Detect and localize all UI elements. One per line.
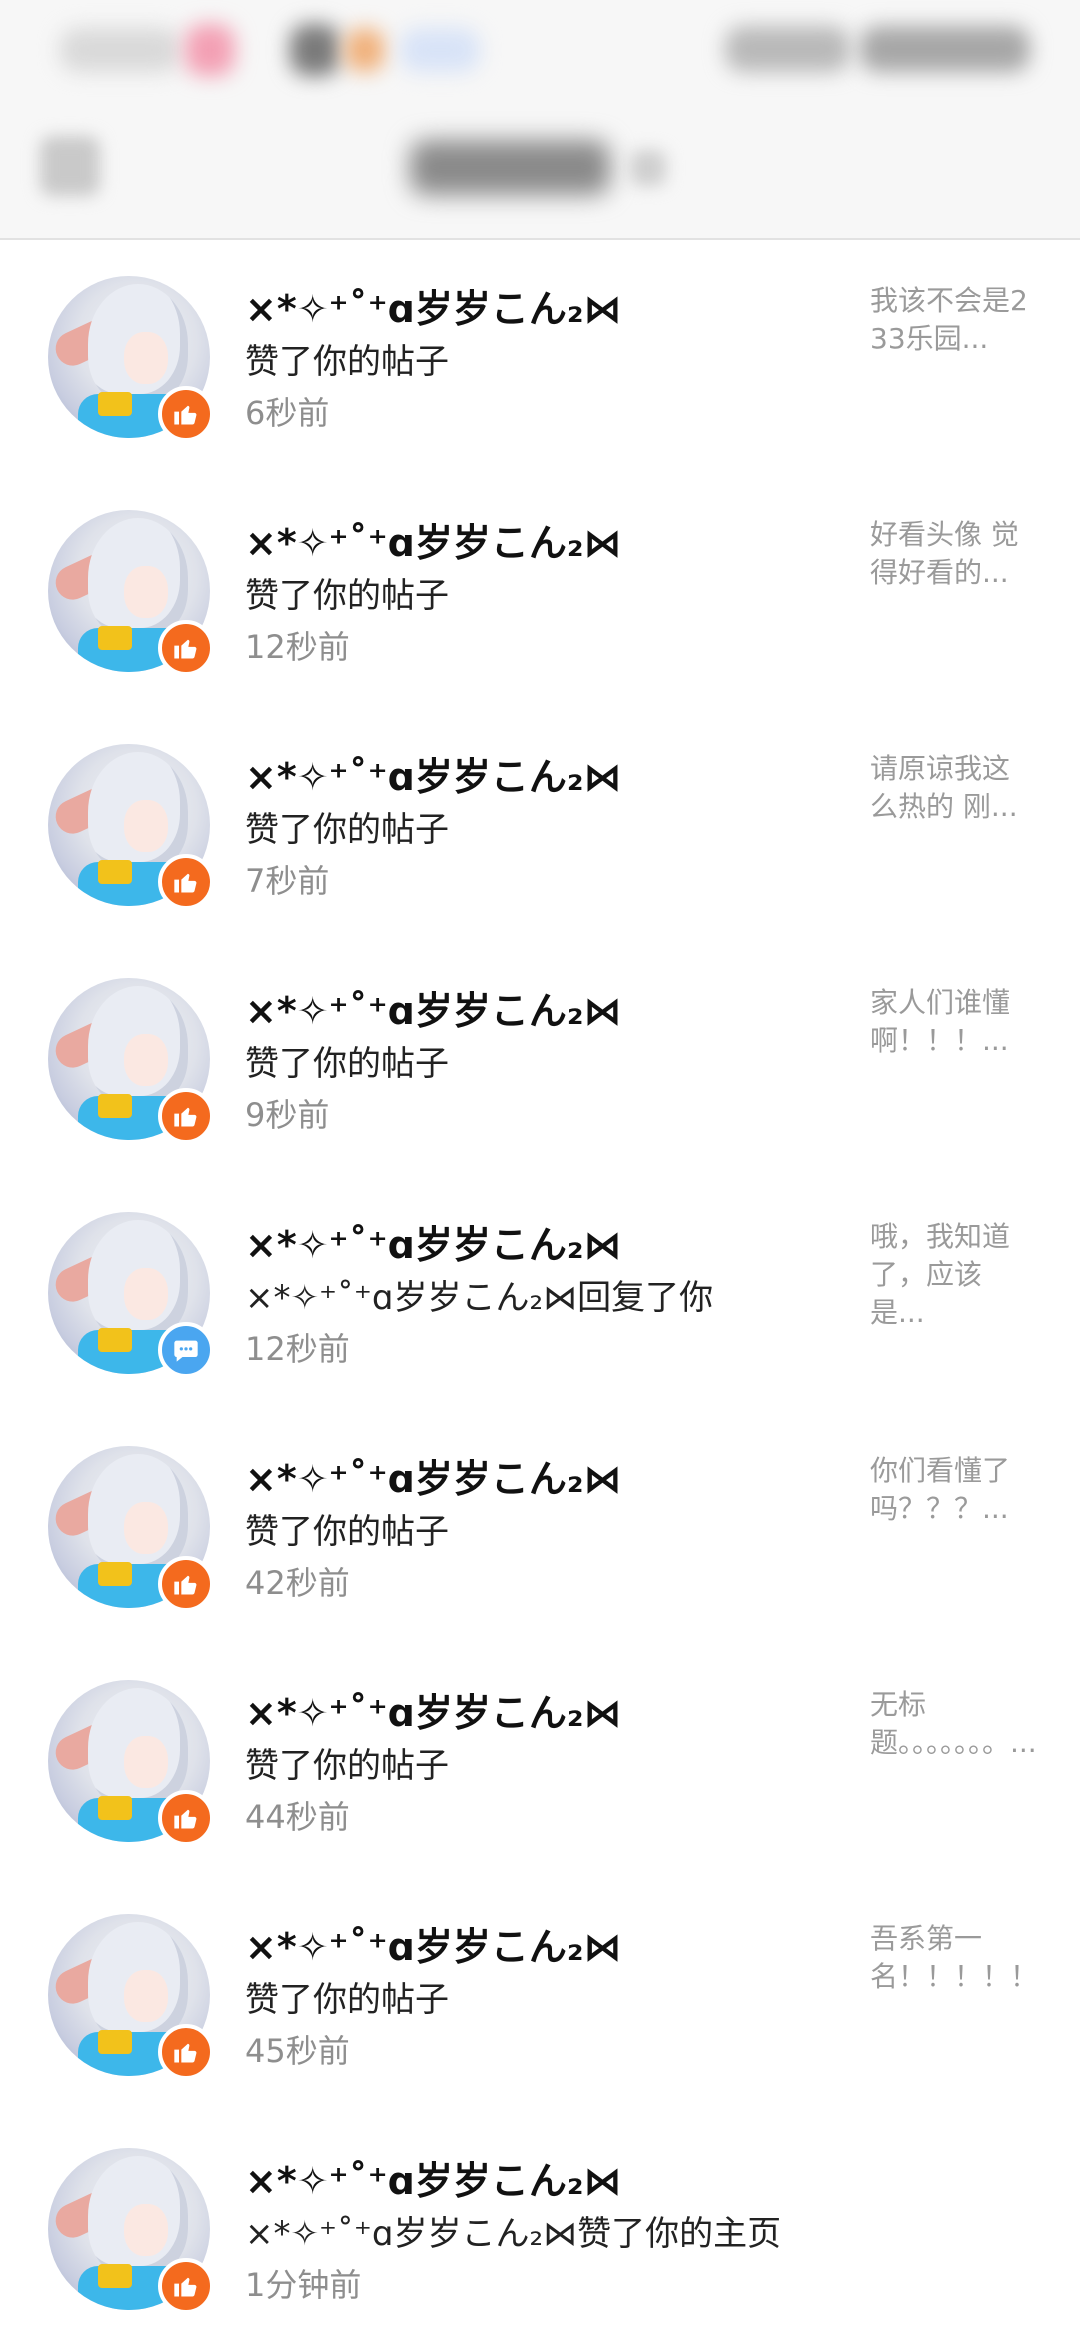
notification-time: 1分钟前 [245,2266,362,2304]
like-icon [158,386,214,442]
notification-time: 12秒前 [245,628,350,666]
notification-action: ×*✧⁺˚⁺ɑ岁岁こん₂⋈回复了你 [245,1278,714,1318]
header-bar [0,100,1080,240]
notification-time: 6秒前 [245,394,330,432]
chat-bubble-glyph [174,1340,198,1362]
notification-action: 赞了你的帖子 [245,1512,449,1552]
avatar-logo [98,1562,132,1586]
status-bar-notification-icons-blur [185,24,235,76]
user-name[interactable]: ×*✧⁺˚⁺ɑ岁岁こん₂⋈ [245,2150,622,2205]
avatar-logo [98,392,132,416]
user-name[interactable]: ×*✧⁺˚⁺ɑ岁岁こん₂⋈ [245,1448,622,1503]
post-preview[interactable]: 请原谅我这么热的 刚... [870,750,1035,826]
avatar-face [124,800,168,852]
thumbs-up-glyph [174,1107,197,1127]
avatar-face [124,1502,168,1554]
notification-action: ×*✧⁺˚⁺ɑ岁岁こん₂⋈赞了你的主页 [245,2214,782,2254]
user-name[interactable]: ×*✧⁺˚⁺ɑ岁岁こん₂⋈ [245,1682,622,1737]
avatar-face [124,2204,168,2256]
status-bar-notification-icons-blur-2 [290,24,340,76]
list-item[interactable]: ×*✧⁺˚⁺ɑ岁岁こん₂⋈ 赞了你的帖子 9秒前 家人们谁懂啊！！！... [0,942,1080,1176]
avatar-logo [98,1796,132,1820]
notification-action: 赞了你的帖子 [245,1746,449,1786]
thumbs-up-glyph [174,639,197,659]
like-icon [158,2024,214,2080]
thumbs-up-glyph [174,873,197,893]
notification-action: 赞了你的帖子 [245,342,449,382]
post-preview[interactable]: 我该不会是233乐园... [870,282,1035,358]
comment-icon [158,1322,214,1378]
page-title [410,140,610,195]
list-item[interactable]: ×*✧⁺˚⁺ɑ岁岁こん₂⋈ 赞了你的帖子 12秒前 好看头像 觉得好看的... [0,474,1080,708]
notification-action: 赞了你的帖子 [245,1044,449,1084]
notification-time: 9秒前 [245,1096,330,1134]
list-item[interactable]: ×*✧⁺˚⁺ɑ岁岁こん₂⋈ ×*✧⁺˚⁺ɑ岁岁こん₂⋈赞了你的主页 1分钟前 [0,2112,1080,2346]
post-preview[interactable]: 你们看懂了吗？？？... [870,1452,1035,1528]
user-name[interactable]: ×*✧⁺˚⁺ɑ岁岁こん₂⋈ [245,512,622,567]
avatar-logo [98,2264,132,2288]
avatar-logo [98,1328,132,1352]
user-name[interactable]: ×*✧⁺˚⁺ɑ岁岁こん₂⋈ [245,746,622,801]
thumbs-up-glyph [174,2277,197,2297]
post-preview[interactable]: 哦，我知道了，应该是... [870,1218,1035,1332]
list-item[interactable]: ×*✧⁺˚⁺ɑ岁岁こん₂⋈ 赞了你的帖子 45秒前 吾系第一名！！！！！... [0,1878,1080,2112]
notification-action: 赞了你的帖子 [245,576,449,616]
list-item[interactable]: ×*✧⁺˚⁺ɑ岁岁こん₂⋈ ×*✧⁺˚⁺ɑ岁岁こん₂⋈回复了你 12秒前 哦，我… [0,1176,1080,1410]
avatar-logo [98,2030,132,2054]
notification-time: 12秒前 [245,1330,350,1368]
status-bar-right-blur [725,26,850,72]
avatar-face [124,1736,168,1788]
status-bar-left-blur [60,28,180,72]
status-bar-notification-icons-blur-4 [400,28,480,72]
notification-action: 赞了你的帖子 [245,1980,449,2020]
like-icon [158,1790,214,1846]
status-bar-battery-blur [860,26,1030,72]
avatar-logo [98,860,132,884]
thumbs-up-glyph [174,1575,197,1595]
status-bar [0,0,1080,100]
avatar-face [124,1970,168,2022]
notification-time: 42秒前 [245,1564,350,1602]
avatar-face [124,1268,168,1320]
avatar-face [124,332,168,384]
like-icon [158,2258,214,2314]
like-icon [158,1088,214,1144]
avatar-face [124,566,168,618]
notification-action: 赞了你的帖子 [245,810,449,850]
back-arrow-icon[interactable] [40,136,100,196]
avatar-logo [98,1094,132,1118]
status-bar-notification-icons-blur-3 [345,28,385,72]
like-icon [158,854,214,910]
notification-time: 44秒前 [245,1798,350,1836]
list-item[interactable]: ×*✧⁺˚⁺ɑ岁岁こん₂⋈ 赞了你的帖子 44秒前 无标题。。。。。。。... [0,1644,1080,1878]
user-name[interactable]: ×*✧⁺˚⁺ɑ岁岁こん₂⋈ [245,278,622,333]
avatar-face [124,1034,168,1086]
user-name[interactable]: ×*✧⁺˚⁺ɑ岁岁こん₂⋈ [245,980,622,1035]
chevron-down-icon[interactable] [630,150,666,186]
user-name[interactable]: ×*✧⁺˚⁺ɑ岁岁こん₂⋈ [245,1916,622,1971]
list-item[interactable]: ×*✧⁺˚⁺ɑ岁岁こん₂⋈ 赞了你的帖子 7秒前 请原谅我这么热的 刚... [0,708,1080,942]
like-icon [158,1556,214,1612]
list-item[interactable]: ×*✧⁺˚⁺ɑ岁岁こん₂⋈ 赞了你的帖子 6秒前 我该不会是233乐园... [0,240,1080,474]
thumbs-up-glyph [174,405,197,425]
notification-time: 45秒前 [245,2032,350,2070]
avatar-logo [98,626,132,650]
user-name[interactable]: ×*✧⁺˚⁺ɑ岁岁こん₂⋈ [245,1214,622,1269]
post-preview[interactable]: 好看头像 觉得好看的... [870,516,1035,592]
post-preview[interactable]: 吾系第一名！！！！！... [870,1920,1035,1996]
list-item[interactable]: ×*✧⁺˚⁺ɑ岁岁こん₂⋈ 赞了你的帖子 42秒前 你们看懂了吗？？？... [0,1410,1080,1644]
post-preview[interactable]: 家人们谁懂啊！！！... [870,984,1035,1060]
notification-list: ×*✧⁺˚⁺ɑ岁岁こん₂⋈ 赞了你的帖子 6秒前 我该不会是233乐园... ×… [0,240,1080,2346]
thumbs-up-glyph [174,1809,197,1829]
like-icon [158,620,214,676]
notification-time: 7秒前 [245,862,330,900]
thumbs-up-glyph [174,2043,197,2063]
post-preview[interactable]: 无标题。。。。。。。... [870,1686,1035,1762]
